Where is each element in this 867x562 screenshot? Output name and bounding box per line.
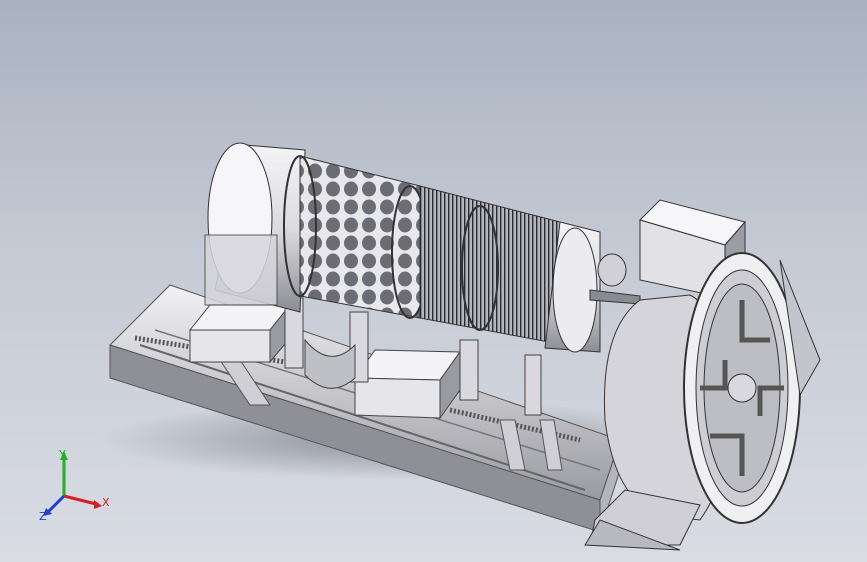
support-block-left[interactable] xyxy=(188,303,292,364)
y-axis-label: Y xyxy=(58,448,66,461)
mesh-screen[interactable] xyxy=(419,185,561,345)
z-axis-label: Z xyxy=(39,510,47,523)
z-axis-line xyxy=(46,494,66,514)
graphics-viewport[interactable]: Y X Z xyxy=(0,0,867,562)
x-axis-label: X xyxy=(102,496,110,509)
x-axis-line xyxy=(63,494,97,506)
perforated-screen[interactable] xyxy=(283,155,429,319)
trommel-screen-model[interactable] xyxy=(0,0,867,562)
coordinate-triad: Y X Z xyxy=(39,448,110,523)
x-axis-arrow xyxy=(94,500,102,509)
support-block-center[interactable] xyxy=(354,349,461,420)
